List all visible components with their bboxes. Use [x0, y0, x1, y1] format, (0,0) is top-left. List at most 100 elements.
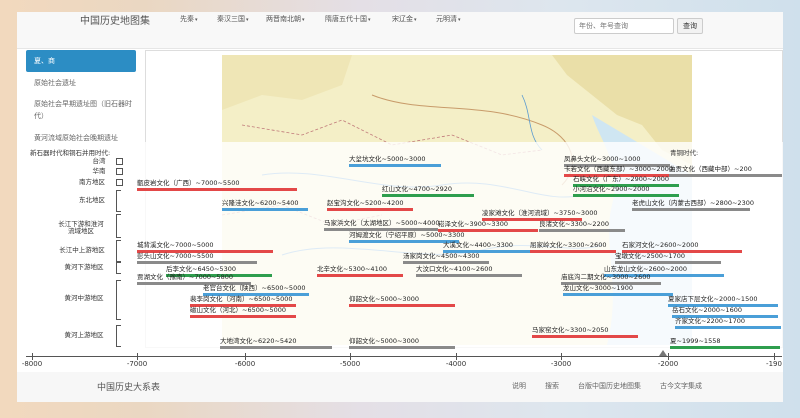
region-mid-upper-yangtze: 长江中上游地区 — [59, 246, 105, 254]
timeline-event-bar[interactable] — [382, 194, 474, 197]
timeline-event-label[interactable]: 汤家岗文化~4500~4300 — [403, 253, 479, 260]
timeline-event-label[interactable]: 凌家滩文化（淮河流域）~3750~3000 — [482, 210, 597, 217]
timeline-event-label[interactable]: 夏~1999~1558 — [670, 338, 720, 345]
footer-title: 中国历史大系表 — [97, 383, 161, 393]
timeline-event-label[interactable]: 赵宝沟文化~5200~4200 — [327, 200, 403, 207]
axis-tick-label: -8000 — [21, 360, 43, 368]
middle-yellow-river-bracket — [116, 280, 121, 320]
huanan-checkbox[interactable] — [116, 168, 123, 175]
menu-yuanmingqing[interactable]: 元明清▾ — [436, 14, 461, 24]
caret-down-icon: ▾ — [195, 17, 198, 23]
region-northeast: 东北地区 — [79, 196, 105, 204]
timeline-event-label[interactable]: 仰韶文化~5000~3000 — [349, 296, 419, 303]
region-upper-yellow-river: 黄河上游地区 — [64, 331, 104, 339]
timeline-event-bar[interactable] — [573, 194, 679, 197]
timeline-event-label[interactable]: 北辛文化~5300~4100 — [317, 266, 387, 273]
timeline-event-bar[interactable] — [532, 335, 638, 338]
timeline-event-bar[interactable] — [563, 293, 673, 296]
timeline-event-label[interactable]: 庙底沟二期文化~3000~2600 — [561, 274, 650, 281]
timeline-event-label[interactable]: 屈家岭文化~3300~2600 — [530, 242, 606, 249]
timeline-event-label[interactable]: 老虎山文化（内蒙古西部）~2800~2300 — [632, 200, 754, 207]
search-button[interactable]: 查询 — [677, 18, 703, 34]
timeline-event-label[interactable]: 崧泽文化~3900~3300 — [438, 221, 508, 228]
timeline-event-bar[interactable] — [137, 188, 297, 191]
timeline-event-bar[interactable] — [539, 229, 625, 232]
timeline-event-bar[interactable] — [222, 208, 308, 211]
timeline-event-label[interactable]: 大溪文化~4400~3300 — [443, 242, 513, 249]
axis-tick — [32, 353, 33, 360]
timeline-event-bar[interactable] — [349, 164, 441, 167]
timeline-event-bar[interactable] — [675, 326, 781, 329]
timeline-event-label[interactable]: 老官台文化（陕西）~6500~5000 — [203, 285, 305, 292]
mid-upper-yangtze-bracket — [116, 240, 121, 262]
south-checkbox[interactable] — [116, 179, 123, 186]
timeline-event-label[interactable]: 裴李岗文化（河南）~6500~5000 — [190, 296, 292, 303]
taiwan-checkbox[interactable] — [116, 158, 123, 165]
axis-tick — [561, 353, 562, 360]
sidebar-item-primitive-sites[interactable]: 原始社会遗址 — [26, 77, 136, 89]
timeline-event-bar[interactable] — [416, 274, 522, 277]
timeline-event-label[interactable]: 岳石文化~2000~1600 — [672, 307, 742, 314]
menu-label: 秦汉三国 — [217, 15, 245, 23]
northeast-bracket — [116, 190, 121, 212]
timeline-event-label[interactable]: 大汶口文化~4100~2600 — [416, 266, 492, 273]
timeline-event-label[interactable]: 凤鼻头文化~3000~1000 — [564, 156, 640, 163]
timeline-event-label[interactable]: 山东龙山文化~2600~2000 — [604, 266, 687, 273]
axis-tick-label: -6000 — [234, 360, 256, 368]
footer-link-about[interactable]: 说明 — [512, 381, 526, 391]
timeline-event-bar[interactable] — [220, 346, 332, 349]
timeline-event-label[interactable]: 后李文化~6450~5300 — [166, 266, 236, 273]
axis-tick-label: -3000 — [550, 360, 572, 368]
timeline-event-label[interactable]: 大地湾文化~6220~5420 — [220, 338, 296, 345]
footer-link-ancient-scripts[interactable]: 古今文字集成 — [660, 381, 702, 391]
timeline-event-label[interactable]: 马家浜文化（太湖地区）~5000~4000 — [324, 220, 439, 227]
timeline-event-label[interactable]: 磁山文化（河北）~6500~5000 — [190, 307, 286, 314]
timeline-event-bar[interactable] — [327, 208, 413, 211]
timeline-event-label[interactable]: 夏家店下层文化~2000~1500 — [668, 296, 757, 303]
timeline-event-label[interactable]: 仰韶文化~5000~3000 — [349, 338, 419, 345]
timeline-event-label[interactable]: 马家窑文化~3300~2050 — [532, 327, 608, 334]
timeline-event-bar[interactable] — [137, 261, 257, 264]
timeline-event-bar[interactable] — [632, 208, 750, 211]
menu-suitang[interactable]: 隋唐五代十国▾ — [325, 14, 371, 24]
search-input[interactable] — [574, 18, 674, 34]
timeline-event-label[interactable]: 曲贡文化（西藏中部）~200 — [669, 166, 752, 173]
timeline-event-label[interactable]: 彭头山文化~7000~5500 — [137, 253, 213, 260]
timeline-event-label[interactable]: 大坌坑文化~5000~3000 — [349, 156, 425, 163]
timeline-event-label[interactable]: 卡若文化（西藏东部）~3000~2000 — [564, 166, 673, 173]
timeline-event-label[interactable]: 红山文化~4700~2920 — [382, 186, 452, 193]
timeline-event-bar[interactable] — [670, 346, 780, 349]
timeline-event-bar[interactable] — [190, 315, 296, 318]
timeline-event-bar[interactable] — [403, 261, 489, 264]
footer-link-taiwan-atlas[interactable]: 台版中国历史地图集 — [578, 381, 641, 391]
timeline-event-label[interactable]: 甑皮岩文化（广西）~7000~5500 — [137, 180, 239, 187]
timeline-event-bar[interactable] — [349, 346, 455, 349]
timeline-event-label[interactable]: 贾湖文化（豫南）~7000~5800 — [137, 274, 233, 281]
site-brand[interactable]: 中国历史地图集 — [80, 12, 150, 27]
timeline-event-label[interactable]: 石峡文化（广东）~2900~2000 — [573, 176, 669, 183]
timeline-event-label[interactable]: 宝墩文化~2500~1700 — [615, 253, 685, 260]
timeline-event-bar[interactable] — [615, 261, 721, 264]
timeline-event-label[interactable]: 城背溪文化~7000~5000 — [137, 242, 213, 249]
menu-xianqin[interactable]: 先秦▾ — [180, 14, 198, 24]
timeline-event-label[interactable]: 齐家文化~2200~1700 — [675, 318, 745, 325]
sidebar-item-paleolithic[interactable]: 原始社会早期遗址图（旧石器时代） — [26, 98, 138, 122]
timeline-event-label[interactable]: 龙山文化~3000~1900 — [563, 285, 633, 292]
menu-liangjin[interactable]: 两晋南北朝▾ — [266, 14, 305, 24]
timeline-event-bar[interactable] — [669, 174, 782, 177]
footer-link-search[interactable]: 搜索 — [545, 381, 559, 391]
timeline-event-label[interactable]: 良渚文化~3300~2200 — [539, 221, 609, 228]
timeline-event-bar[interactable] — [530, 250, 616, 253]
menu-qinhan[interactable]: 秦汉三国▾ — [217, 14, 249, 24]
timeline-slider-handle[interactable] — [659, 350, 667, 356]
sidebar-item-xia-shang[interactable]: 夏、商 — [26, 50, 136, 72]
timeline-event-label[interactable]: 石家河文化~2600~2000 — [622, 242, 698, 249]
menu-songliaojin[interactable]: 宋辽金▾ — [392, 14, 417, 24]
timeline-event-label[interactable]: 兴隆洼文化~6200~5400 — [222, 200, 298, 207]
timeline-event-label[interactable]: 河姆渡文化（宁绍平原）~5000~3300 — [349, 232, 464, 239]
timeline-event-bar[interactable] — [317, 274, 403, 277]
timeline-event-label[interactable]: 小河沿文化~2900~2000 — [573, 186, 649, 193]
menu-label: 宋辽金 — [392, 15, 413, 23]
region-taiwan: 台湾 — [92, 157, 106, 165]
timeline-event-bar[interactable] — [349, 304, 455, 307]
